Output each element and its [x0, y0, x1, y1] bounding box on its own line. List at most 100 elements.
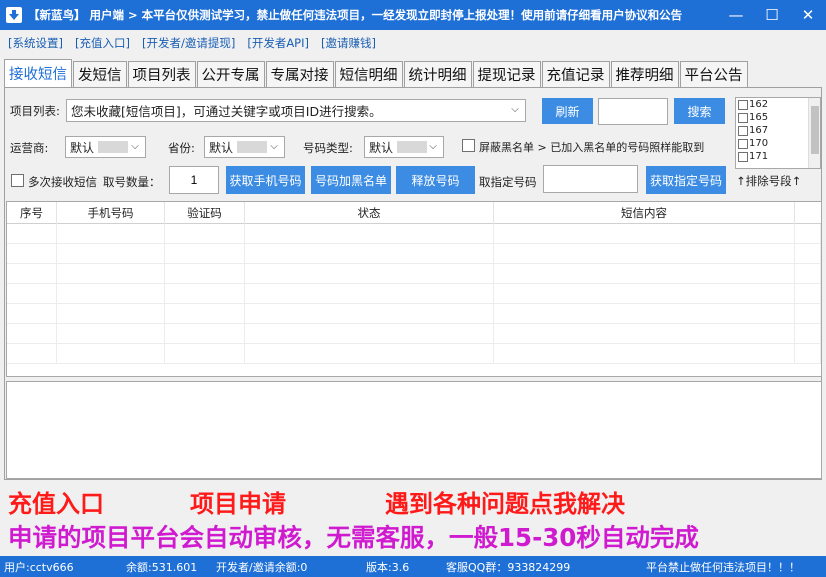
table-cell — [795, 304, 821, 324]
recharge-link[interactable]: 充值入口 — [8, 484, 190, 519]
menu-bar: [系统设置] [充值入口] [开发者/邀请提现] [开发者API] [邀请赚钱] — [0, 30, 826, 56]
operator-select-value: 默认 — [70, 140, 95, 155]
table-cell — [494, 264, 795, 284]
tab-send-sms[interactable]: 发短信 — [73, 61, 127, 87]
table-cell — [7, 224, 57, 244]
menu-developer-withdraw[interactable]: [开发者/邀请提现] — [142, 35, 235, 51]
chevron-down-icon: ⌵ — [270, 141, 278, 152]
log-output[interactable] — [6, 381, 822, 479]
help-link[interactable]: 遇到各种问题点我解决 — [385, 484, 625, 519]
table-cell — [165, 344, 245, 364]
title-bar: 【新蓝鸟】 用户端 > 本平台仅供测试学习，禁止做任何违法项目，一经发现立即封停… — [0, 0, 826, 30]
table-cell — [795, 244, 821, 264]
chevron-down-icon: ⌵ — [511, 104, 519, 115]
grid-col-index[interactable]: 序号 — [7, 202, 57, 224]
segment-list[interactable]: 162 165 167 170 171 — [735, 97, 821, 169]
refresh-button[interactable]: 刷新 — [542, 98, 593, 124]
search-button[interactable]: 搜索 — [674, 98, 725, 124]
status-version: 版本:3.6 — [366, 561, 410, 574]
blacklist-label: 屏蔽黑名单 > 已加入黑名单的号码照样能取到 — [479, 141, 705, 154]
table-cell — [165, 324, 245, 344]
scrollbar-thumb[interactable] — [811, 106, 819, 154]
table-cell — [7, 264, 57, 284]
table-cell — [165, 264, 245, 284]
grid-col-code[interactable]: 验证码 — [165, 202, 245, 224]
sms-grid[interactable]: 序号 手机号码 验证码 状态 短信内容 — [6, 201, 822, 377]
table-cell — [245, 344, 494, 364]
blacklist-checkbox[interactable] — [462, 139, 475, 152]
segment-scrollbar[interactable] — [808, 98, 820, 168]
table-cell — [57, 324, 165, 344]
minimize-button[interactable]: — — [718, 0, 754, 30]
table-cell — [57, 224, 165, 244]
number-type-select[interactable]: 默认 ⌵ — [364, 136, 444, 158]
status-notice: 平台禁止做任何违法项目！！！ — [646, 561, 800, 574]
menu-system-settings[interactable]: [系统设置] — [8, 35, 63, 51]
tab-referral-detail[interactable]: 推荐明细 — [610, 61, 679, 87]
menu-developer-api[interactable]: [开发者API] — [247, 35, 309, 51]
search-input[interactable] — [598, 98, 668, 125]
checkbox[interactable] — [738, 125, 748, 136]
tab-sms-detail[interactable]: 短信明细 — [334, 61, 403, 87]
province-select-value: 默认 — [209, 140, 234, 155]
table-cell — [245, 264, 494, 284]
count-input[interactable] — [169, 166, 219, 194]
grid-col-phone[interactable]: 手机号码 — [57, 202, 165, 224]
grid-header: 序号 手机号码 验证码 状态 短信内容 — [7, 202, 821, 224]
table-row[interactable] — [7, 304, 821, 324]
specify-number-input[interactable] — [543, 165, 638, 193]
tab-exclusive-dock[interactable]: 专属对接 — [265, 61, 334, 87]
checkbox[interactable] — [738, 112, 748, 123]
multi-receive-checkbox[interactable] — [11, 174, 24, 187]
multi-receive-label: 多次接收短信 — [28, 175, 97, 189]
table-cell — [245, 224, 494, 244]
specify-number-label: 取指定号码 — [479, 175, 537, 189]
tab-recharge-records[interactable]: 充值记录 — [541, 61, 610, 87]
table-row[interactable] — [7, 264, 821, 284]
table-row[interactable] — [7, 224, 821, 244]
add-blacklist-button[interactable]: 号码加黑名单 — [311, 166, 391, 194]
promo-links: 充值入口 项目申请 遇到各种问题点我解决 — [8, 484, 625, 518]
get-phone-button[interactable]: 获取手机号码 — [226, 166, 305, 194]
table-cell — [57, 264, 165, 284]
project-select[interactable]: 您未收藏[短信项目]，可通过关键字或项目ID进行搜索。 ⌵ — [66, 99, 526, 122]
table-cell — [245, 244, 494, 264]
menu-recharge[interactable]: [充值入口] — [75, 35, 130, 51]
number-type-label: 号码类型: — [303, 141, 353, 155]
province-label: 省份: — [168, 141, 195, 155]
tab-receive-sms[interactable]: 接收短信 — [4, 59, 72, 87]
tab-public-exclusive[interactable]: 公开专属 — [196, 61, 265, 87]
tab-project-list[interactable]: 项目列表 — [127, 61, 196, 87]
grid-col-status[interactable]: 状态 — [245, 202, 494, 224]
release-number-button[interactable]: 释放号码 — [396, 166, 475, 194]
status-balance: 余额:531.601 — [126, 561, 198, 574]
table-cell — [7, 284, 57, 304]
grid-col-content[interactable]: 短信内容 — [494, 202, 795, 224]
number-type-select-value: 默认 — [369, 140, 394, 155]
province-select[interactable]: 默认 ⌵ — [204, 136, 285, 158]
table-row[interactable] — [7, 284, 821, 304]
get-specified-number-button[interactable]: 获取指定号码 — [646, 166, 726, 194]
project-apply-link[interactable]: 项目申请 — [190, 484, 385, 519]
operator-select[interactable]: 默认 ⌵ — [65, 136, 146, 158]
table-cell — [57, 284, 165, 304]
table-cell — [795, 284, 821, 304]
tab-stats-detail[interactable]: 统计明细 — [403, 61, 472, 87]
grid-body — [7, 224, 821, 364]
checkbox[interactable] — [738, 138, 748, 149]
tab-platform-notice[interactable]: 平台公告 — [679, 61, 748, 87]
menu-invite-earn[interactable]: [邀请赚钱] — [321, 35, 376, 51]
close-button[interactable]: ✕ — [790, 0, 826, 30]
table-row[interactable] — [7, 244, 821, 264]
table-cell — [165, 244, 245, 264]
checkbox[interactable] — [738, 99, 748, 110]
table-row[interactable] — [7, 344, 821, 364]
maximize-button[interactable]: ☐ — [754, 0, 790, 30]
table-cell — [494, 344, 795, 364]
tab-withdraw-records[interactable]: 提现记录 — [472, 61, 541, 87]
table-cell — [57, 344, 165, 364]
table-cell — [245, 324, 494, 344]
table-row[interactable] — [7, 324, 821, 344]
checkbox[interactable] — [738, 151, 748, 162]
table-cell — [494, 224, 795, 244]
